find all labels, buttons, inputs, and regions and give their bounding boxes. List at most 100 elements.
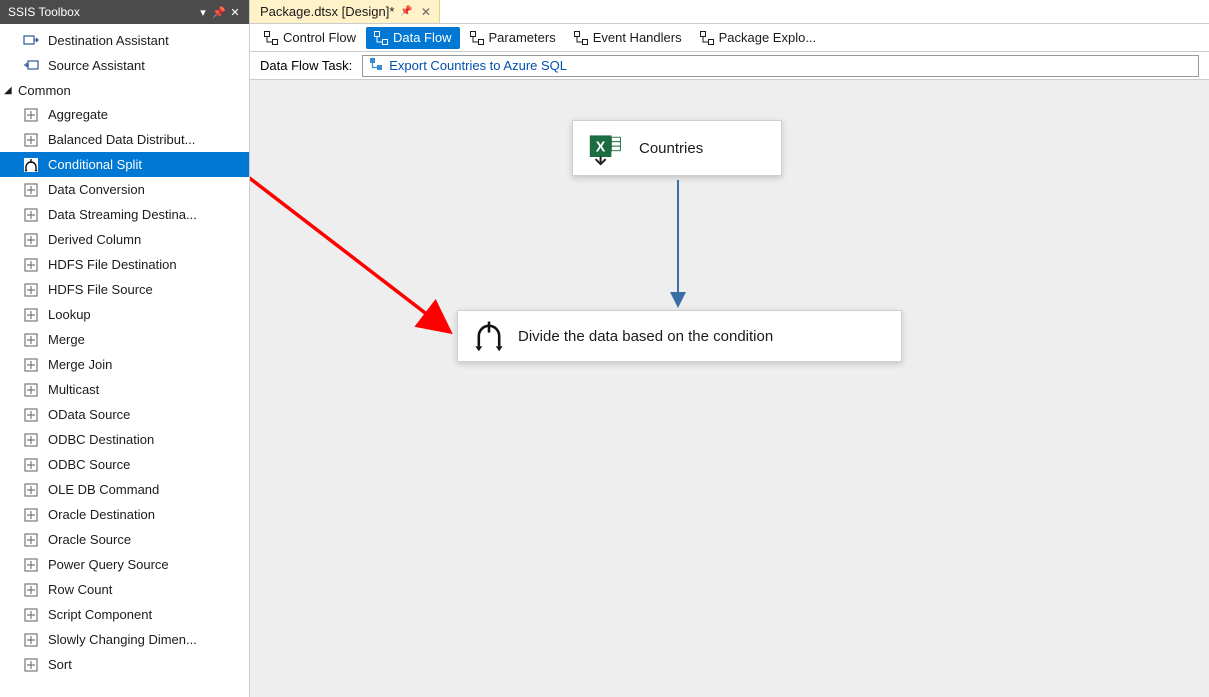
tool-icon: [22, 481, 40, 499]
tool-icon: [22, 606, 40, 624]
designer-tab-strip: Control Flow Data Flow Parameters Event Han…: [250, 24, 1209, 52]
tool-icon: [22, 356, 40, 374]
node-label: Divide the data based on the condition: [518, 328, 773, 345]
toolbox-header: SSIS Toolbox ▾ 📌 ✕: [0, 0, 249, 24]
toolbox-item-multicast[interactable]: Multicast: [0, 377, 249, 402]
node-transform[interactable]: Divide the data based on the condition: [457, 310, 902, 362]
assistant-icon: [22, 57, 40, 75]
toolbox-item-balanced-data-distribut[interactable]: Balanced Data Distribut...: [0, 127, 249, 152]
tab-parameters[interactable]: Parameters: [462, 27, 564, 49]
tool-icon: [22, 206, 40, 224]
toolbox-item-slowly-changing-dimen[interactable]: Slowly Changing Dimen...: [0, 627, 249, 652]
toolbox-item-row-count[interactable]: Row Count: [0, 577, 249, 602]
toolbox-title: SSIS Toolbox: [8, 5, 80, 19]
toolbox-item-label: Oracle Source: [48, 532, 131, 547]
toolbox-item-script-component[interactable]: Script Component: [0, 602, 249, 627]
tab-icon: [700, 31, 714, 45]
task-value: Export Countries to Azure SQL: [389, 58, 567, 73]
toolbox-item-merge-join[interactable]: Merge Join: [0, 352, 249, 377]
toolbox-item-aggregate[interactable]: Aggregate: [0, 102, 249, 127]
toolbox-menu-icon[interactable]: ▾: [195, 6, 211, 19]
toolbox-item-label: Destination Assistant: [48, 33, 169, 48]
pin-icon[interactable]: 📌: [400, 6, 412, 17]
toolbox-group-common[interactable]: ◢ Common: [0, 78, 249, 102]
excel-source-icon: X: [587, 129, 625, 167]
toolbox-item-label: OLE DB Command: [48, 482, 159, 497]
node-countries[interactable]: X Countries: [572, 120, 782, 176]
toolbox-item-hdfs-file-source[interactable]: HDFS File Source: [0, 277, 249, 302]
tab-label: Control Flow: [283, 30, 356, 45]
toolbox-item-lookup[interactable]: Lookup: [0, 302, 249, 327]
tool-icon: [22, 456, 40, 474]
toolbox-item-power-query-source[interactable]: Power Query Source: [0, 552, 249, 577]
tool-icon: [22, 231, 40, 249]
toolbox-item-label: Slowly Changing Dimen...: [48, 632, 197, 647]
toolbox-item-label: Oracle Destination: [48, 507, 155, 522]
ssis-toolbox-panel: SSIS Toolbox ▾ 📌 ✕ Destination Assistant…: [0, 0, 250, 697]
toolbox-item-odbc-destination[interactable]: ODBC Destination: [0, 427, 249, 452]
tool-icon: [22, 556, 40, 574]
canvas[interactable]: X Countries Divide the da: [250, 80, 1209, 697]
task-label: Data Flow Task:: [260, 58, 352, 73]
task-row: Data Flow Task: Export Countries to Azur…: [250, 52, 1209, 80]
toolbox-item-label: Multicast: [48, 382, 99, 397]
toolbox-item-destination-assistant[interactable]: Destination Assistant: [0, 28, 249, 53]
tab-event-handlers[interactable]: Event Handlers: [566, 27, 690, 49]
toolbox-item-ole-db-command[interactable]: OLE DB Command: [0, 477, 249, 502]
task-selector[interactable]: Export Countries to Azure SQL: [362, 55, 1199, 77]
toolbox-item-label: Aggregate: [48, 107, 108, 122]
toolbox-body: Destination Assistant Source Assistant ◢…: [0, 24, 249, 697]
tool-icon: [22, 156, 40, 174]
toolbox-item-odata-source[interactable]: OData Source: [0, 402, 249, 427]
toolbox-item-conditional-split[interactable]: Conditional Split: [0, 152, 249, 177]
tool-icon: [22, 656, 40, 674]
toolbox-item-derived-column[interactable]: Derived Column: [0, 227, 249, 252]
toolbox-item-label: OData Source: [48, 407, 130, 422]
toolbox-pin-icon[interactable]: 📌: [211, 6, 227, 19]
toolbox-item-merge[interactable]: Merge: [0, 327, 249, 352]
tab-data-flow[interactable]: Data Flow: [366, 27, 460, 49]
tab-label: Parameters: [489, 30, 556, 45]
toolbox-item-oracle-source[interactable]: Oracle Source: [0, 527, 249, 552]
caret-down-icon: ◢: [4, 85, 16, 96]
tab-package-explo[interactable]: Package Explo...: [692, 27, 825, 49]
tab-label: Package Explo...: [719, 30, 817, 45]
toolbox-item-label: Script Component: [48, 607, 152, 622]
tab-icon: [574, 31, 588, 45]
tab-label: Event Handlers: [593, 30, 682, 45]
tool-icon: [22, 506, 40, 524]
document-tab-title: Package.dtsx [Design]*: [260, 4, 394, 19]
toolbox-item-source-assistant[interactable]: Source Assistant: [0, 53, 249, 78]
toolbox-item-label: Derived Column: [48, 232, 141, 247]
toolbox-item-label: HDFS File Destination: [48, 257, 177, 272]
tool-icon: [22, 331, 40, 349]
node-label: Countries: [639, 140, 703, 157]
document-tab[interactable]: Package.dtsx [Design]* 📌 ✕: [250, 0, 440, 23]
svg-text:X: X: [596, 140, 606, 156]
tool-icon: [22, 131, 40, 149]
toolbox-close-icon[interactable]: ✕: [227, 6, 243, 19]
toolbox-item-odbc-source[interactable]: ODBC Source: [0, 452, 249, 477]
toolbox-item-label: Power Query Source: [48, 557, 169, 572]
toolbox-item-label: Conditional Split: [48, 157, 142, 172]
tab-icon: [374, 31, 388, 45]
toolbox-item-label: Row Count: [48, 582, 112, 597]
toolbox-item-label: HDFS File Source: [48, 282, 153, 297]
toolbox-item-sort[interactable]: Sort: [0, 652, 249, 677]
tab-label: Data Flow: [393, 30, 452, 45]
tool-icon: [22, 181, 40, 199]
toolbox-item-label: Merge: [48, 332, 85, 347]
close-icon[interactable]: ✕: [419, 5, 433, 19]
toolbox-item-label: Data Streaming Destina...: [48, 207, 197, 222]
toolbox-item-hdfs-file-destination[interactable]: HDFS File Destination: [0, 252, 249, 277]
toolbox-item-label: ODBC Source: [48, 457, 130, 472]
toolbox-item-data-conversion[interactable]: Data Conversion: [0, 177, 249, 202]
tab-control-flow[interactable]: Control Flow: [256, 27, 364, 49]
tool-icon: [22, 431, 40, 449]
toolbox-item-data-streaming-destina[interactable]: Data Streaming Destina...: [0, 202, 249, 227]
conditional-split-icon: [472, 319, 506, 353]
toolbox-item-oracle-destination[interactable]: Oracle Destination: [0, 502, 249, 527]
toolbox-item-label: Balanced Data Distribut...: [48, 132, 195, 147]
tool-icon: [22, 581, 40, 599]
toolbox-item-label: Merge Join: [48, 357, 112, 372]
